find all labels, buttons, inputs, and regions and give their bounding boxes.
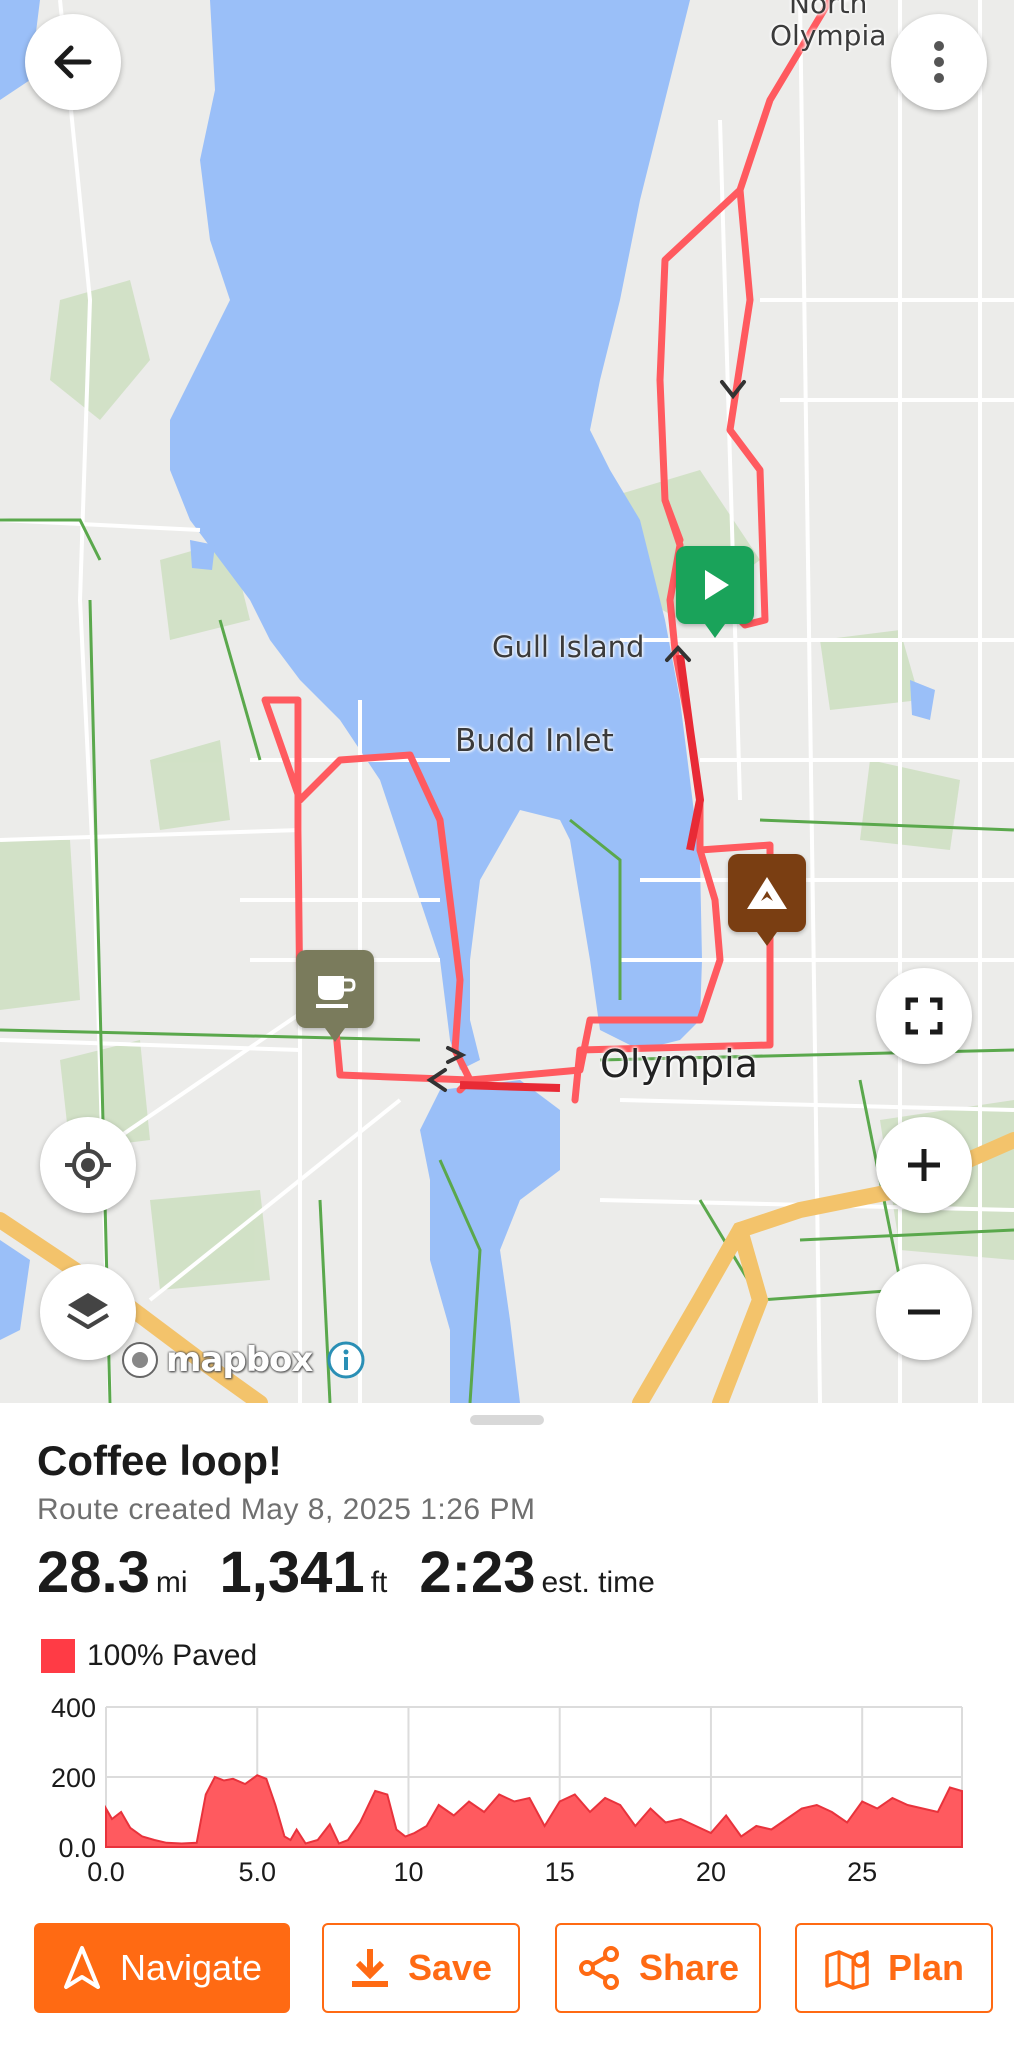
locate-icon <box>65 1142 111 1188</box>
route-created-date: Route created May 8, 2025 1:26 PM <box>37 1493 536 1526</box>
info-icon[interactable] <box>326 1340 366 1380</box>
label-north-olympia: North Olympia <box>770 0 887 52</box>
zoom-out-icon <box>908 1309 940 1315</box>
navigate-button[interactable]: Navigate <box>34 1923 290 2013</box>
save-label: Save <box>407 1947 493 1988</box>
navigate-label: Navigate <box>119 1947 263 1988</box>
elevation-unit: ft <box>370 1566 388 1599</box>
mountain-icon <box>747 877 787 909</box>
route-title: Coffee loop! <box>37 1437 282 1484</box>
label-gull-island: Gull Island <box>492 630 645 664</box>
elevation-profile-area <box>105 1774 963 1848</box>
zoom-in-icon <box>908 1149 940 1181</box>
label-olympia: Olympia <box>600 1042 758 1086</box>
plan-button[interactable]: Plan <box>795 1923 993 2013</box>
navigation-arrow-icon <box>63 1946 100 1989</box>
surface-swatch <box>41 1639 75 1673</box>
fullscreen-button[interactable] <box>876 968 972 1064</box>
route-map[interactable]: North Olympia Gull Island Budd Inlet Oly… <box>0 0 1014 1403</box>
distance-unit: mi <box>155 1566 188 1599</box>
map-pin-icon <box>825 1950 869 1990</box>
x-tick-label: 5.0 <box>238 1857 276 1887</box>
play-icon <box>705 570 729 600</box>
distance-value: 28.3 <box>37 1540 150 1605</box>
layers-button[interactable] <box>40 1264 136 1360</box>
time-unit: est. time <box>541 1566 655 1599</box>
route-details-sheet[interactable]: Coffee loop! Route created May 8, 2025 1… <box>0 1403 1014 2048</box>
summit-marker[interactable] <box>728 854 806 946</box>
y-tick-label: 200 <box>51 1763 96 1793</box>
more-options-button[interactable] <box>891 14 987 110</box>
zoom-in-button[interactable] <box>876 1117 972 1213</box>
mapbox-logo-icon <box>122 1342 158 1378</box>
action-bar: Navigate Save Share Plan <box>0 1923 1014 2015</box>
zoom-out-button[interactable] <box>876 1264 972 1360</box>
mapbox-wordmark: mapbox <box>166 1340 313 1380</box>
x-tick-label: 0.0 <box>87 1857 125 1887</box>
x-tick-label: 15 <box>545 1857 575 1887</box>
start-marker[interactable] <box>676 546 754 638</box>
share-icon <box>578 1946 619 1990</box>
x-tick-label: 25 <box>847 1857 877 1887</box>
locate-button[interactable] <box>40 1117 136 1213</box>
x-tick-label: 10 <box>393 1857 423 1887</box>
layers-icon <box>66 1293 110 1329</box>
save-button[interactable]: Save <box>322 1923 520 2013</box>
map-canvas[interactable] <box>0 0 1014 1403</box>
elevation-value: 1,341 <box>219 1540 365 1605</box>
share-button[interactable]: Share <box>555 1923 761 2013</box>
surface-legend: 100% Paved <box>41 1639 257 1673</box>
coffee-cup-icon <box>316 976 356 1008</box>
back-button[interactable] <box>25 14 121 110</box>
y-tick-label: 400 <box>51 1693 96 1723</box>
plan-label: Plan <box>887 1947 965 1988</box>
more-vertical-icon <box>934 41 944 83</box>
time-value: 2:23 <box>419 1540 536 1605</box>
x-tick-label: 20 <box>696 1857 726 1887</box>
fullscreen-icon <box>905 997 943 1035</box>
chart-y-ticks: 0.0200400 <box>51 1693 96 1863</box>
surface-label: 100% Paved <box>87 1639 258 1672</box>
water-bodies <box>0 0 935 1403</box>
route-stats: 28.3 mi 1,341 ft 2:23 est. time <box>37 1539 687 1606</box>
mapbox-attribution: mapbox <box>120 1340 366 1380</box>
elevation-chart[interactable]: 0.0 200 400 0.0 5.0 10 15 20 25 <box>0 1681 1014 1921</box>
chart-x-ticks: 0.0 5.0 10 15 20 25 <box>87 1857 877 1887</box>
label-budd-inlet: Budd Inlet <box>455 723 614 759</box>
share-label: Share <box>638 1947 740 1988</box>
download-icon <box>351 1949 388 1987</box>
back-arrow-icon <box>54 45 92 79</box>
drag-handle[interactable] <box>470 1415 544 1425</box>
cafe-marker[interactable] <box>296 950 374 1042</box>
